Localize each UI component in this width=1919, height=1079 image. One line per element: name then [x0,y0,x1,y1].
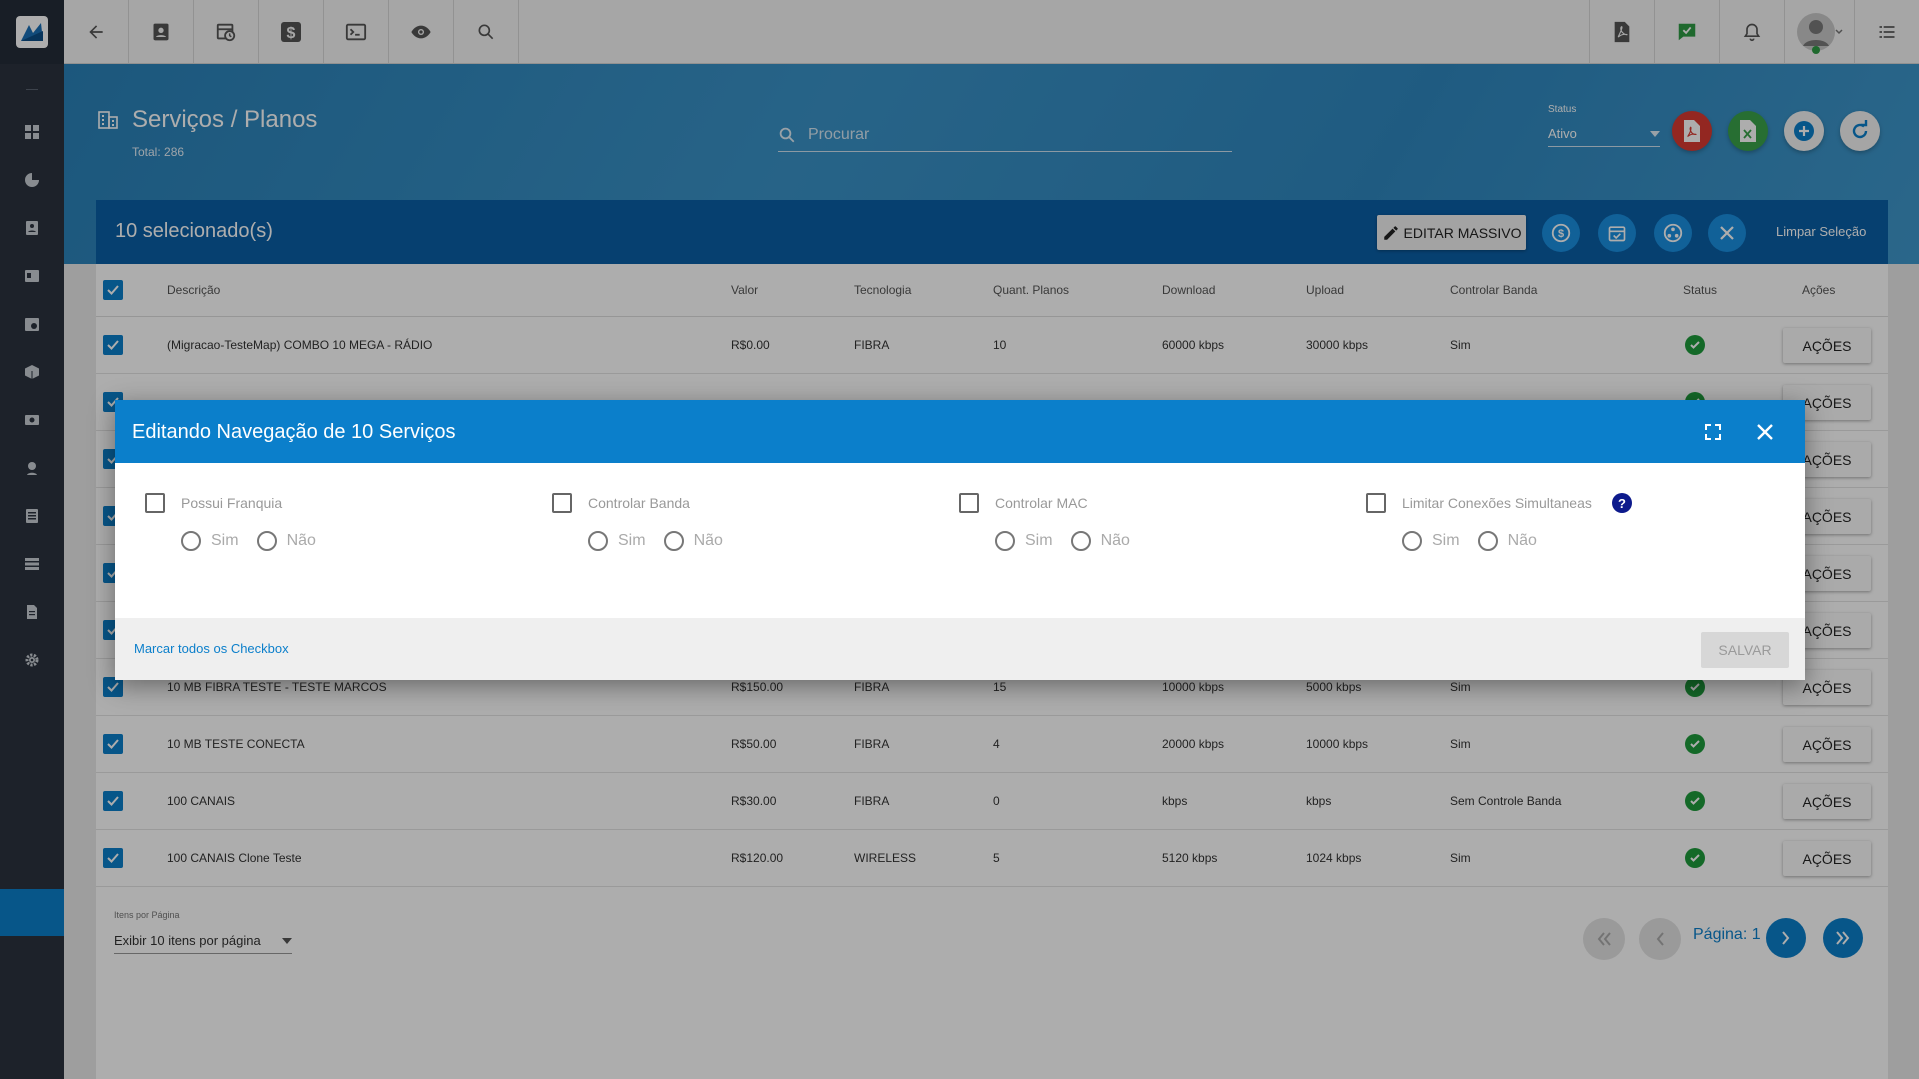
controlar-banda-sim-radio[interactable] [588,531,608,551]
radio-label-nao: Não [286,532,316,549]
close-icon[interactable] [1755,422,1775,442]
possui-franquia-label: Possui Franquia [181,495,283,511]
option-possui-franquia: Possui Franquia Sim Não [145,493,545,551]
mark-all-checkbox-link[interactable]: Marcar todos os Checkbox [134,641,289,656]
maximize-icon[interactable] [1703,422,1723,442]
limitar-conexoes-checkbox[interactable] [1366,493,1386,513]
radio-label-sim: Sim [618,532,646,549]
edit-navigation-dialog: Editando Navegação de 10 Serviços Possui… [115,400,1805,680]
help-icon[interactable]: ? [1611,493,1632,513]
radio-label-sim: Sim [211,532,239,549]
controlar-mac-sim-radio[interactable] [995,531,1015,551]
dialog-body: Possui Franquia Sim Não Controlar Banda … [115,463,1805,618]
dialog-title: Editando Navegação de 10 Serviços [132,421,456,443]
option-controlar-banda: Controlar Banda Sim Não [552,493,952,551]
possui-franquia-nao-radio[interactable] [256,531,277,551]
possui-franquia-sim-radio[interactable] [181,531,201,551]
dialog-header: Editando Navegação de 10 Serviços [115,400,1805,463]
controlar-mac-checkbox[interactable] [959,493,979,513]
dialog-footer: Marcar todos os Checkbox SALVAR [115,618,1805,680]
radio-label-nao: Não [1507,532,1537,549]
controlar-mac-nao-radio[interactable] [1070,531,1091,551]
radio-label-nao: Não [1100,532,1130,549]
radio-label-nao: Não [693,532,723,549]
radio-label-sim: Sim [1432,532,1460,549]
svg-text:?: ? [1618,496,1626,511]
option-limitar-conexoes: Limitar Conexões Simultaneas ? Sim Não [1366,493,1766,551]
limitar-conexoes-sim-radio[interactable] [1402,531,1422,551]
controlar-banda-nao-radio[interactable] [663,531,684,551]
radio-label-sim: Sim [1025,532,1053,549]
save-button[interactable]: SALVAR [1701,632,1789,668]
limitar-conexoes-label: Limitar Conexões Simultaneas [1402,495,1592,511]
possui-franquia-checkbox[interactable] [145,493,165,513]
controlar-banda-label: Controlar Banda [588,495,690,511]
controlar-banda-checkbox[interactable] [552,493,572,513]
controlar-mac-label: Controlar MAC [995,495,1088,511]
limitar-conexoes-nao-radio[interactable] [1477,531,1498,551]
option-controlar-mac: Controlar MAC Sim Não [959,493,1359,551]
